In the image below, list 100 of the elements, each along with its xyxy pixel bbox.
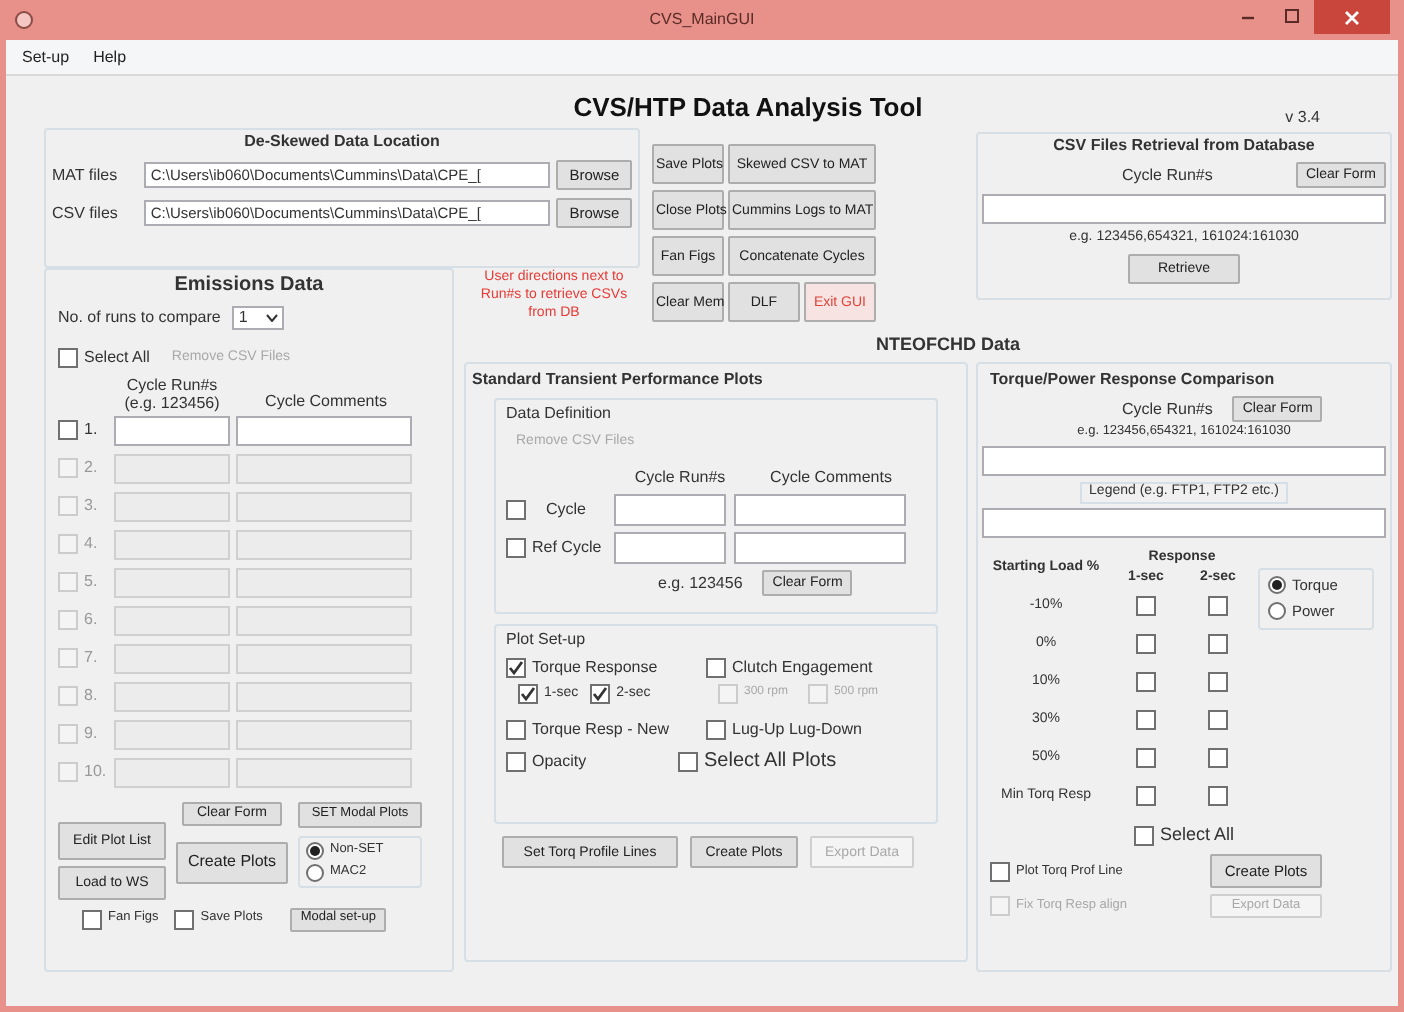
checkbox[interactable] [58,347,78,367]
text-field[interactable] [982,507,1386,538]
checkbox[interactable] [1133,825,1154,845]
text-field[interactable] [114,567,230,597]
column-header: Cycle Comments [263,391,389,411]
checkbox[interactable] [58,420,78,440]
text-field[interactable] [614,532,726,564]
menu-item[interactable]: Set-up [22,45,70,69]
field-label: Cycle Run#s [1122,165,1213,185]
checkbox[interactable] [1208,634,1228,655]
text-field[interactable] [734,494,906,526]
window-title: CVS_MainGUI [649,8,755,32]
menu-item[interactable]: Help [93,45,127,69]
checkbox-label: Select All [1159,823,1235,847]
text-field[interactable] [236,681,412,711]
text-field[interactable] [236,605,412,635]
checkbox[interactable] [506,720,526,740]
text-field[interactable] [982,194,1386,224]
checkbox[interactable] [590,684,611,704]
checkbox-label: Select All [84,347,150,367]
text-field[interactable] [236,567,412,597]
text-field[interactable] [236,529,412,559]
checkbox[interactable] [1208,748,1228,769]
checkbox[interactable] [706,658,726,678]
text-field[interactable] [114,415,230,445]
checkbox[interactable] [82,909,102,929]
create-plots-button[interactable]: Create Plots [176,841,288,883]
text-field[interactable] [114,719,230,749]
checkbox[interactable] [1208,672,1228,693]
checkbox[interactable] [1136,672,1156,693]
radio-button[interactable] [1268,576,1286,595]
text-field[interactable] [734,532,906,564]
text-field[interactable] [982,446,1386,477]
checkbox[interactable] [706,720,726,740]
checkbox[interactable] [1136,634,1156,655]
dropdown[interactable]: 1 [232,305,285,329]
radio-button[interactable] [1268,602,1286,621]
row-number: 2. [84,458,100,478]
checkbox[interactable] [174,909,195,929]
field-label: MAT files [52,165,120,185]
checkbox[interactable] [678,752,698,773]
text-field[interactable] [114,491,230,521]
checkbox-label: Select All Plots [704,750,837,775]
checkbox-label: Clutch Engagement [732,658,873,678]
text-field[interactable] [236,491,412,521]
panel-title: CSV Files Retrieval from Database [1051,136,1317,156]
text-field[interactable] [236,415,412,445]
text-field[interactable] [114,605,230,635]
text-field[interactable] [236,453,412,483]
close-icon [1344,9,1360,25]
radio-button[interactable] [306,863,324,881]
maximize-icon [1284,8,1300,24]
section-title: NTEOFCHD Data [873,334,1022,358]
checkbox-label: Torque Resp - New [532,720,669,740]
text-field[interactable] [236,757,412,787]
hint-text: e.g. 123456 [658,573,743,593]
text-field[interactable] [114,757,230,787]
row-number: 3. [84,496,100,516]
text-field[interactable] [114,681,230,711]
checkbox[interactable] [990,861,1010,882]
checkbox-label: Opacity [532,752,587,773]
panel-title: Torque/Power Response Comparison [990,370,1277,390]
checkbox[interactable] [1136,748,1156,769]
checkbox[interactable] [1208,710,1228,731]
text-field[interactable] [236,719,412,749]
checkbox[interactable] [1208,786,1228,807]
field-label: CSV files [52,203,120,223]
text-field[interactable] [114,643,230,673]
radio-button[interactable] [306,841,324,859]
checkbox[interactable] [1136,710,1156,731]
app-title: CVS/HTP Data Analysis Tool [571,92,923,125]
text-field[interactable] [114,453,230,483]
checkbox[interactable] [1136,596,1156,617]
row-number: 8. [84,686,100,706]
version-label: v 3.4 [1285,108,1320,128]
panel-title: De-Skewed Data Location [242,132,442,152]
checkbox-label: Lug-Up Lug-Down [732,720,862,740]
group-title: Data Definition [506,404,613,424]
close-button[interactable] [1314,0,1390,34]
panel-title: Standard Transient Performance Plots [472,370,765,390]
checkbox[interactable] [506,538,526,558]
column-header: Cycle Run#s [632,468,728,488]
column-header: Cycle Run#s (e.g. 123456) [122,375,222,411]
group-title: Plot Set-up [506,630,588,650]
text-field[interactable] [614,494,726,526]
checkbox[interactable] [506,658,526,678]
checkbox-label: Cycle [546,500,587,520]
checkbox[interactable] [1208,596,1228,617]
checkbox[interactable] [506,500,526,520]
row-number: 1. [84,420,100,440]
checkbox-label: Ref Cycle [532,538,602,558]
row-number: 7. [84,648,100,668]
checkbox[interactable] [1136,786,1156,807]
checkbox[interactable] [506,752,526,773]
checkbox[interactable] [518,684,538,704]
row-number: 4. [84,534,100,554]
text-field[interactable] [114,529,230,559]
chevron-down-icon [266,313,279,321]
panel-title: Emissions Data [172,274,326,299]
text-field[interactable] [236,643,412,673]
